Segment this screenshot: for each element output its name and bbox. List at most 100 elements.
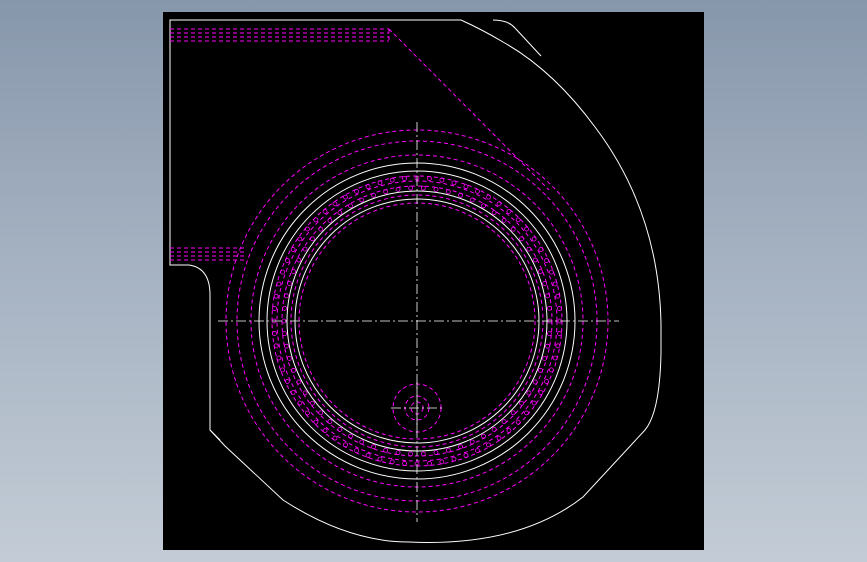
rolling-element <box>531 400 537 406</box>
rolling-element <box>445 447 451 453</box>
rolling-element <box>273 343 279 349</box>
rolling-element <box>475 448 480 454</box>
rolling-element <box>359 439 365 445</box>
rolling-element <box>322 428 328 433</box>
rolling-element <box>532 257 538 263</box>
cad-drawing-canvas[interactable] <box>163 12 704 550</box>
rolling-element <box>305 226 310 232</box>
rolling-element <box>420 185 426 191</box>
rolling-element <box>545 343 551 349</box>
rolling-element <box>557 306 562 311</box>
rolling-element <box>542 356 548 361</box>
rolling-element <box>371 444 376 450</box>
rolling-element <box>524 410 529 416</box>
rolling-element <box>451 180 457 186</box>
rolling-element <box>433 450 439 456</box>
rolling-element <box>389 177 395 183</box>
rolling-element <box>272 306 277 311</box>
rolling-element <box>402 461 407 466</box>
rolling-element <box>524 226 529 232</box>
rolling-element <box>555 343 561 349</box>
rolling-element <box>296 379 302 385</box>
rolling-element <box>273 293 279 299</box>
rolling-element <box>284 343 289 349</box>
rolling-element <box>359 197 365 203</box>
housing-bottom-chamfer <box>209 429 221 441</box>
rolling-element <box>343 442 348 448</box>
rolling-element <box>538 368 543 373</box>
rolling-element <box>365 184 371 190</box>
diagonal-hidden-line <box>388 28 550 191</box>
rolling-element <box>481 203 486 209</box>
rolling-element <box>469 197 475 203</box>
rolling-element <box>546 305 552 311</box>
rolling-element <box>297 236 303 242</box>
rolling-element <box>291 269 296 274</box>
rolling-element <box>439 177 445 183</box>
cad-viewport[interactable] <box>163 12 704 550</box>
rolling-element <box>348 433 353 439</box>
rolling-element <box>555 293 561 299</box>
center-layer <box>218 122 619 522</box>
rolling-element <box>531 236 537 242</box>
rolling-element <box>327 218 333 223</box>
rolling-element <box>538 247 544 252</box>
rolling-element <box>445 189 451 195</box>
rolling-element <box>463 184 469 190</box>
rolling-element <box>486 442 491 448</box>
rolling-element <box>354 188 359 194</box>
rolling-element <box>420 451 426 457</box>
rolling-element <box>538 269 543 274</box>
rolling-element <box>496 435 502 441</box>
rolling-element <box>515 217 521 223</box>
rolling-element <box>302 390 308 396</box>
rolling-element <box>377 180 383 186</box>
rolling-element <box>548 269 554 275</box>
rolling-element <box>501 218 507 223</box>
rolling-element <box>506 428 512 433</box>
rolling-element <box>337 426 343 432</box>
rolling-element <box>318 226 324 232</box>
rolling-element <box>395 450 401 456</box>
rolling-element <box>544 258 550 263</box>
rolling-element <box>402 176 407 181</box>
rolling-element <box>427 461 432 466</box>
rolling-element <box>458 444 463 450</box>
rolling-element <box>538 390 544 395</box>
rolling-element <box>282 305 287 311</box>
rolling-element <box>285 379 290 384</box>
rolling-element <box>302 246 308 252</box>
rolling-element <box>343 194 348 200</box>
rolling-element <box>433 186 439 192</box>
rolling-element <box>377 456 383 462</box>
rolling-element <box>548 367 554 373</box>
rolling-element <box>510 226 516 232</box>
rolling-element <box>545 293 551 299</box>
rolling-element <box>286 281 292 286</box>
rolling-element <box>496 201 502 207</box>
rolling-element <box>544 379 550 384</box>
rolling-element <box>280 269 286 275</box>
rolling-element <box>427 176 432 181</box>
rolling-element <box>284 293 289 299</box>
rolling-element <box>506 209 512 214</box>
rolling-element <box>305 410 310 416</box>
rolling-element <box>371 192 376 198</box>
rolling-element <box>519 400 524 406</box>
rolling-element <box>297 400 303 406</box>
rolling-element <box>282 331 287 337</box>
rolling-element <box>532 379 538 385</box>
rolling-element <box>313 419 319 425</box>
rolling-element <box>463 452 469 458</box>
rolling-element <box>552 281 558 287</box>
rolling-element <box>395 186 401 192</box>
rolling-element <box>408 451 414 457</box>
rolling-element <box>510 410 516 416</box>
rolling-element <box>526 390 532 396</box>
rolling-element <box>290 247 296 252</box>
rolling-element <box>557 331 562 336</box>
rolling-element <box>519 236 524 242</box>
rolling-element <box>332 435 338 441</box>
rolling-element <box>322 209 328 214</box>
rolling-element <box>451 456 457 462</box>
